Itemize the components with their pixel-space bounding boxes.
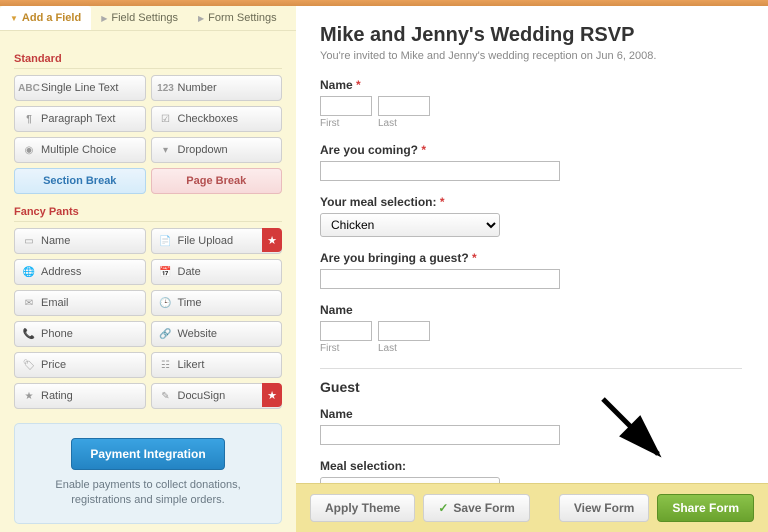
docusign-icon: ✎ — [159, 389, 173, 403]
guest-last-name-input[interactable] — [378, 321, 430, 341]
paragraph-icon: ¶ — [22, 112, 36, 126]
tab-form-settings[interactable]: ▶Form Settings — [188, 6, 287, 30]
field-checkboxes[interactable]: ☑Checkboxes — [151, 106, 283, 132]
guest-first-name-input[interactable] — [320, 321, 372, 341]
payment-integration-box: Payment Integration Enable payments to c… — [14, 423, 282, 524]
dropdown-icon: ▾ — [159, 143, 173, 157]
field-file-upload[interactable]: 📄File Upload★ — [151, 228, 283, 254]
caret-icon: ▶ — [198, 14, 204, 23]
field-meal-block[interactable]: Your meal selection: * Chicken — [320, 195, 742, 237]
caret-icon: ▼ — [10, 14, 18, 23]
share-form-button[interactable]: Share Form — [657, 494, 754, 522]
first-name-input[interactable] — [320, 96, 372, 116]
field-bringing-guest-block[interactable]: Are you bringing a guest? * — [320, 251, 742, 289]
group-standard: Standard — [14, 53, 282, 69]
radio-icon: ◉ — [22, 143, 36, 157]
form-description: You're invited to Mike and Jenny's weddi… — [320, 50, 742, 62]
bringing-guest-input[interactable] — [320, 269, 560, 289]
field-single-line-text[interactable]: ABCSingle Line Text — [14, 75, 146, 101]
tab-field-settings[interactable]: ▶Field Settings — [91, 6, 188, 30]
field-phone[interactable]: 📞Phone — [14, 321, 146, 347]
field-number[interactable]: 123Number — [151, 75, 283, 101]
required-icon: * — [472, 251, 477, 265]
group-fancy-pants: Fancy Pants — [14, 206, 282, 222]
sidebar: ▼Add a Field ▶Field Settings ▶Form Setti… — [0, 6, 296, 532]
field-time[interactable]: 🕒Time — [151, 290, 283, 316]
field-guest-name-block[interactable]: Name First Last — [320, 303, 742, 354]
payment-description: Enable payments to collect donations, re… — [25, 478, 271, 509]
link-icon: 🔗 — [159, 327, 173, 341]
view-form-button[interactable]: View Form — [559, 494, 649, 522]
caret-icon: ▶ — [101, 14, 107, 23]
field-name-block[interactable]: Name * First Last — [320, 78, 742, 129]
field-likert[interactable]: ☷Likert — [151, 352, 283, 378]
star-badge-icon: ★ — [262, 228, 282, 252]
globe-icon: 🌐 — [22, 265, 36, 279]
required-icon: * — [440, 195, 445, 209]
required-icon: * — [421, 143, 426, 157]
phone-icon: 📞 — [22, 327, 36, 341]
required-icon: * — [356, 78, 361, 92]
sidebar-tabs: ▼Add a Field ▶Field Settings ▶Form Setti… — [0, 6, 296, 31]
tab-add-field[interactable]: ▼Add a Field — [0, 6, 91, 30]
text-icon: ABC — [22, 81, 36, 95]
checkbox-icon: ☑ — [159, 112, 173, 126]
field-page-break[interactable]: Page Break — [151, 168, 283, 194]
field-email[interactable]: ✉Email — [14, 290, 146, 316]
form-title: Mike and Jenny's Wedding RSVP — [320, 24, 742, 47]
last-name-input[interactable] — [378, 96, 430, 116]
footer-bar: Apply Theme ✓Save Form View Form Share F… — [296, 483, 768, 532]
field-price[interactable]: 🏷Price — [14, 352, 146, 378]
field-name[interactable]: ▭Name — [14, 228, 146, 254]
field-dropdown[interactable]: ▾Dropdown — [151, 137, 283, 163]
save-form-button[interactable]: ✓Save Form — [423, 494, 529, 522]
calendar-icon: 📅 — [159, 265, 173, 279]
section-guest: Guest — [320, 368, 742, 395]
coming-input[interactable] — [320, 161, 560, 181]
field-coming-block[interactable]: Are you coming? * — [320, 143, 742, 181]
field-date[interactable]: 📅Date — [151, 259, 283, 285]
clock-icon: 🕒 — [159, 296, 173, 310]
file-upload-icon: 📄 — [159, 234, 173, 248]
likert-icon: ☷ — [159, 358, 173, 372]
form-canvas: Mike and Jenny's Wedding RSVP You're inv… — [296, 6, 768, 532]
field-docusign[interactable]: ✎DocuSign★ — [151, 383, 283, 409]
field-address[interactable]: 🌐Address — [14, 259, 146, 285]
guest-name-input[interactable] — [320, 425, 560, 445]
check-icon: ✓ — [438, 501, 448, 515]
field-rating[interactable]: ★Rating — [14, 383, 146, 409]
field-guest-meal-block[interactable]: Meal selection: Chicken — [320, 459, 742, 483]
meal-select[interactable]: Chicken — [320, 213, 500, 237]
name-icon: ▭ — [22, 234, 36, 248]
email-icon: ✉ — [22, 296, 36, 310]
apply-theme-button[interactable]: Apply Theme — [310, 494, 415, 522]
field-paragraph-text[interactable]: ¶Paragraph Text — [14, 106, 146, 132]
field-section-break[interactable]: Section Break — [14, 168, 146, 194]
payment-integration-button[interactable]: Payment Integration — [71, 438, 224, 470]
number-icon: 123 — [159, 81, 173, 95]
star-icon: ★ — [22, 389, 36, 403]
field-website[interactable]: 🔗Website — [151, 321, 283, 347]
star-badge-icon: ★ — [262, 383, 282, 407]
field-multiple-choice[interactable]: ◉Multiple Choice — [14, 137, 146, 163]
price-icon: 🏷 — [22, 358, 36, 372]
field-guest-fullname-block[interactable]: Name — [320, 407, 742, 445]
